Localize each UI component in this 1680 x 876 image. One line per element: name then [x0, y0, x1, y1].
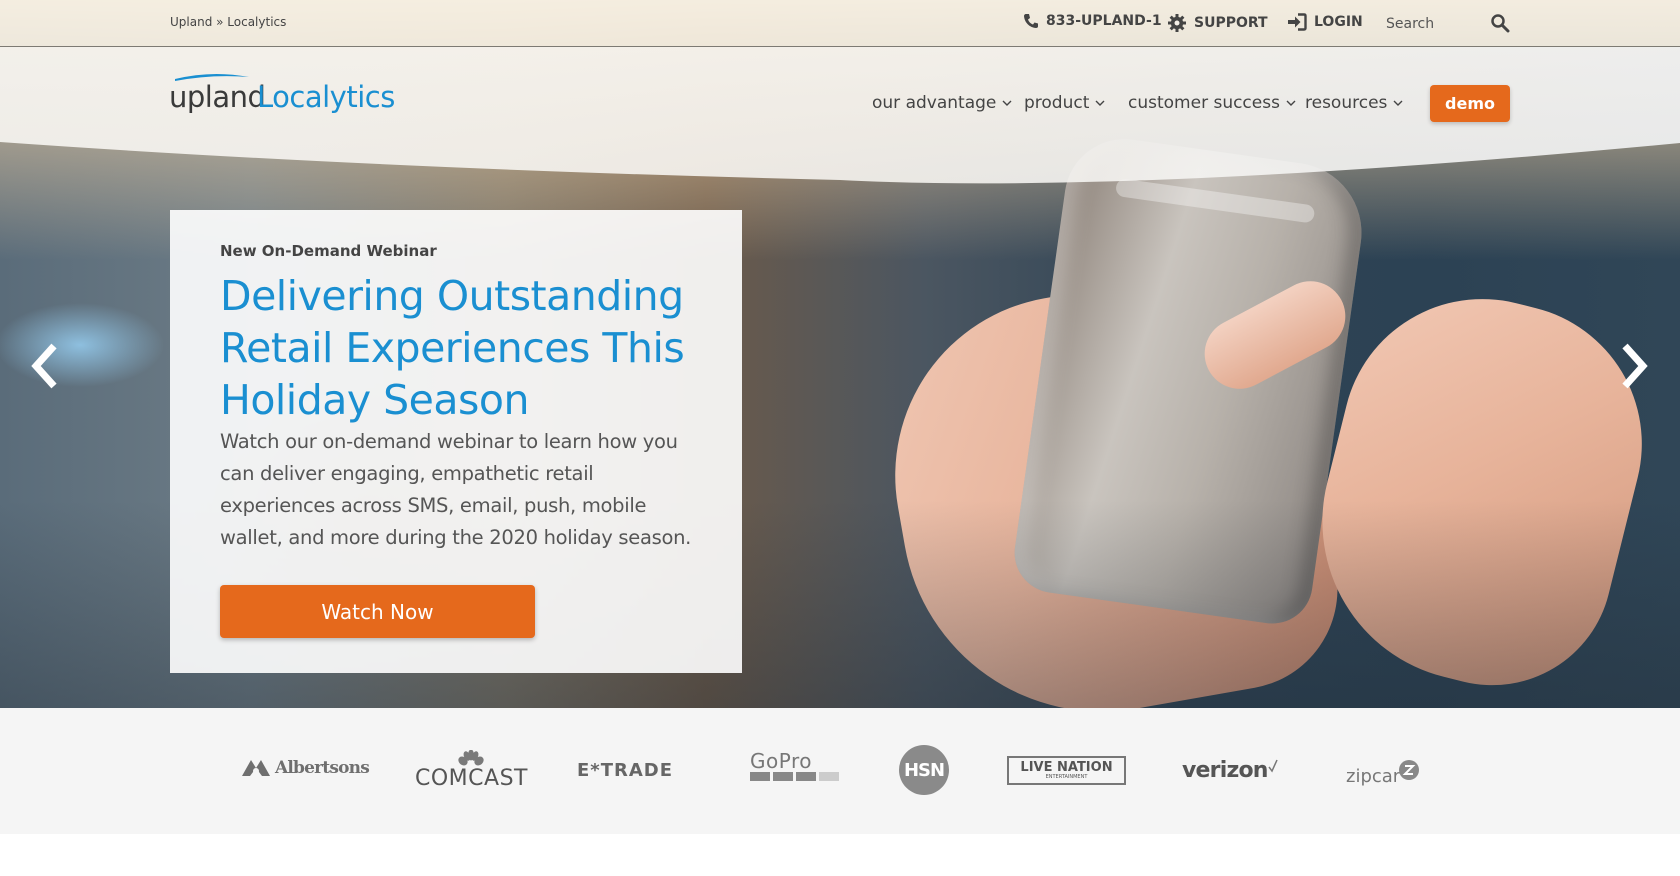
phone-link[interactable]: 833-UPLAND-1: [1023, 13, 1162, 29]
chevron-down-icon: [1095, 100, 1105, 106]
next-slide-arrow-icon[interactable]: [1617, 340, 1653, 392]
previous-slide-arrow-icon[interactable]: [26, 340, 62, 392]
hero-eyebrow: New On-Demand Webinar: [220, 242, 437, 260]
search-input[interactable]: [1386, 16, 1486, 32]
logo-upland-text: upland: [169, 80, 266, 114]
zipcar-text: zipcar: [1346, 766, 1401, 787]
login-icon: [1287, 13, 1307, 31]
live-nation-text: LIVE NATION: [1020, 760, 1113, 775]
watch-now-button[interactable]: Watch Now: [220, 585, 535, 638]
chevron-down-icon: [1393, 100, 1403, 106]
peacock-icon: [458, 750, 485, 766]
etrade-logo: E*TRADE: [577, 760, 673, 781]
chevron-down-icon: [1286, 100, 1296, 106]
zipcar-badge-icon: [1399, 759, 1420, 780]
phone-label: 833-UPLAND-1: [1046, 13, 1162, 29]
customer-logos-strip: Albertsons COMCAST E*TRADE GoPro HSN LIV…: [0, 708, 1680, 834]
hero-description: Watch our on-demand webinar to learn how…: [220, 430, 692, 549]
utility-bar: Upland » Localytics 833-UPLAND-1 SUPPORT…: [0, 0, 1680, 47]
nav-label: resources: [1305, 93, 1388, 113]
albertsons-text: Albertsons: [275, 758, 370, 778]
comcast-text: COMCAST: [415, 766, 528, 791]
login-label: LOGIN: [1314, 14, 1363, 30]
chevron-down-icon: [1002, 100, 1012, 106]
nav-label: product: [1024, 93, 1090, 113]
gear-icon: [1167, 13, 1187, 33]
live-nation-subtext: ENTERTAINMENT: [1045, 774, 1088, 780]
verizon-text: verizon: [1182, 758, 1268, 783]
gopro-text: GoPro: [750, 749, 812, 773]
breadcrumb[interactable]: Upland » Localytics: [170, 15, 286, 29]
nav-product[interactable]: product: [1024, 93, 1105, 113]
gopro-bars: [750, 772, 839, 781]
albertsons-logo: Albertsons: [240, 758, 370, 778]
support-label: SUPPORT: [1194, 15, 1268, 31]
nav-label: customer success: [1128, 93, 1280, 113]
demo-button[interactable]: demo: [1430, 85, 1510, 122]
phone-icon: [1023, 13, 1039, 29]
zipcar-logo: zipcar: [1346, 752, 1420, 787]
nav-our-advantage[interactable]: our advantage: [872, 93, 1012, 113]
verizon-logo: verizon: [1182, 758, 1278, 783]
hsn-logo: HSN: [899, 745, 949, 795]
nav-label: our advantage: [872, 93, 997, 113]
search-icon[interactable]: [1490, 13, 1512, 35]
upland-localytics-logo[interactable]: upland Localytics: [169, 72, 409, 118]
nav-customer-success[interactable]: customer success: [1128, 93, 1296, 113]
hsn-text: HSN: [903, 759, 945, 781]
hero-headline: Delivering Outstanding Retail Experience…: [220, 272, 685, 424]
albertsons-mark-icon: [242, 760, 270, 776]
verizon-check-icon: [1268, 759, 1278, 772]
live-nation-logo: LIVE NATION ENTERTAINMENT: [1007, 756, 1126, 785]
support-link[interactable]: SUPPORT: [1167, 13, 1268, 33]
gopro-logo: GoPro: [750, 749, 839, 781]
nav-resources[interactable]: resources: [1305, 93, 1403, 113]
logo-localytics-text: Localytics: [257, 80, 395, 114]
comcast-logo: COMCAST: [415, 750, 528, 791]
hero-promo-card: New On-Demand Webinar Delivering Outstan…: [170, 210, 742, 673]
etrade-text: E*TRADE: [577, 760, 674, 781]
login-link[interactable]: LOGIN: [1287, 13, 1363, 31]
search-box: [1386, 10, 1514, 38]
